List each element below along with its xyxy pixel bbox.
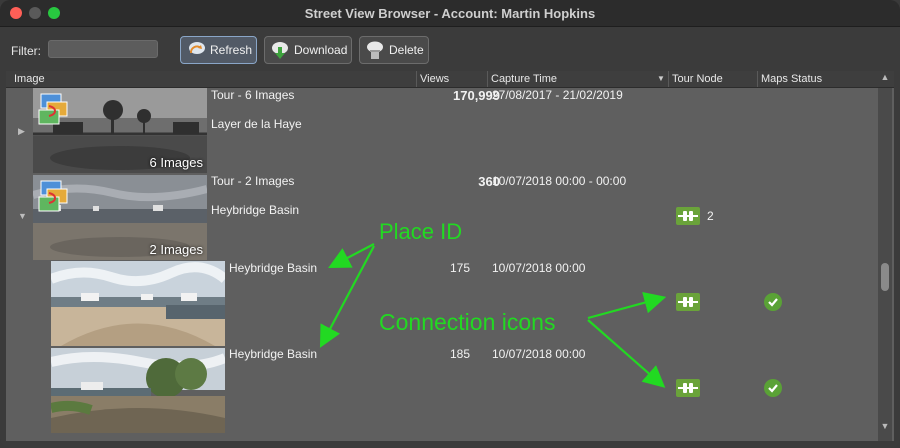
filter-label: Filter: <box>11 44 41 58</box>
check-icon <box>764 379 782 397</box>
title-bar: Street View Browser - Account: Martin Ho… <box>0 0 900 27</box>
connection-icons-annotation: Connection icons <box>379 309 556 335</box>
place-id: Heybridge Basin <box>229 347 318 361</box>
header-views[interactable]: Views <box>420 73 449 85</box>
views-count: 175 <box>449 261 470 275</box>
expander-icon[interactable]: ▼ <box>18 211 27 221</box>
connection-icon[interactable] <box>676 207 700 225</box>
capture-time: 10/07/2018 00:00 <box>492 347 586 361</box>
delete-button[interactable]: Delete <box>359 36 429 64</box>
header-image[interactable]: Image <box>14 73 45 85</box>
place-name: Heybridge Basin <box>211 203 300 217</box>
connection-icon[interactable] <box>676 379 700 397</box>
image-thumbnail[interactable] <box>51 348 225 433</box>
filter-input[interactable] <box>48 40 158 58</box>
app-window: Street View Browser - Account: Martin Ho… <box>0 0 900 448</box>
image-count-label: 6 Images <box>149 155 203 170</box>
check-icon <box>764 293 782 311</box>
refresh-label: Refresh <box>210 43 253 57</box>
expander-icon[interactable]: ▶ <box>18 126 25 137</box>
table-header: Image Views Capture Time ▼ Tour Node Map… <box>6 71 894 88</box>
image-count-label: 2 Images <box>149 242 203 257</box>
scrollbar-thumb[interactable] <box>881 263 889 291</box>
sort-descending-icon: ▼ <box>657 74 665 83</box>
header-capture-time[interactable]: Capture Time <box>491 73 557 85</box>
views-count: 170,999 <box>453 88 500 103</box>
tour-badge-icon <box>37 179 69 215</box>
header-maps-status[interactable]: Maps Status <box>761 73 822 85</box>
tour-thumbnail[interactable]: 6 Images <box>33 88 207 173</box>
toolbar: Filter: Refresh Download Delete <box>0 27 900 71</box>
header-tour-node[interactable]: Tour Node <box>672 73 723 85</box>
delete-label: Delete <box>389 43 424 57</box>
scroll-down-arrow[interactable]: ▼ <box>878 421 892 435</box>
vertical-scrollbar[interactable] <box>878 88 892 441</box>
download-icon <box>269 40 291 60</box>
tour-thumbnail[interactable]: 2 Images <box>33 175 207 260</box>
place-name: Layer de la Haye <box>211 117 302 131</box>
download-button[interactable]: Download <box>264 36 352 64</box>
connection-icon[interactable] <box>676 293 700 311</box>
scroll-up-arrow[interactable]: ▲ <box>878 72 892 86</box>
capture-time: 10/07/2018 00:00 <box>492 261 586 275</box>
refresh-icon <box>185 40 207 60</box>
download-label: Download <box>294 43 348 57</box>
window-title: Street View Browser - Account: Martin Ho… <box>304 6 596 21</box>
image-thumbnail[interactable] <box>51 261 225 346</box>
place-id-annotation: Place ID <box>379 219 463 244</box>
image-table: Image Views Capture Time ▼ Tour Node Map… <box>6 71 894 441</box>
place-id: Heybridge Basin <box>229 261 318 275</box>
refresh-button[interactable]: Refresh <box>180 36 257 64</box>
views-count: 185 <box>449 347 470 361</box>
delete-icon <box>364 40 386 60</box>
tour-title: Tour - 2 Images <box>211 174 295 188</box>
views-count: 360 <box>478 174 500 189</box>
node-count: 2 <box>707 209 714 223</box>
capture-time: 10/07/2018 00:00 - 00:00 <box>492 174 627 188</box>
tour-title: Tour - 6 Images <box>211 88 295 102</box>
tour-badge-icon <box>37 92 69 128</box>
capture-time: 27/08/2017 - 21/02/2019 <box>492 88 623 102</box>
